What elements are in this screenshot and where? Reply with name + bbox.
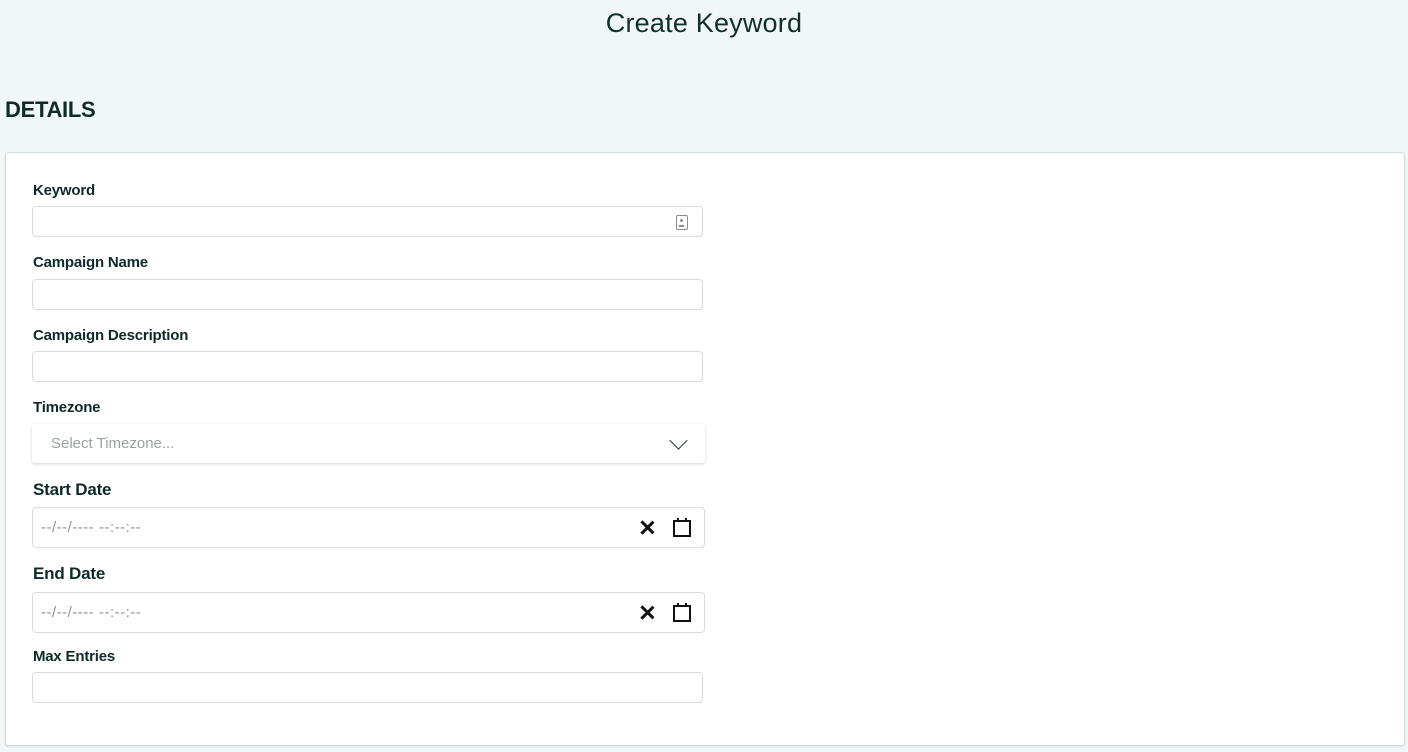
- start-date-input[interactable]: --/--/---- --:--:--: [32, 507, 705, 548]
- close-icon[interactable]: [638, 603, 656, 621]
- keyword-label: Keyword: [33, 182, 95, 199]
- max-entries-input[interactable]: [32, 672, 703, 703]
- contact-card-icon[interactable]: [676, 215, 688, 230]
- end-date-placeholder: --/--/---- --:--:--: [41, 604, 142, 621]
- timezone-label: Timezone: [33, 399, 101, 416]
- end-date-input[interactable]: --/--/---- --:--:--: [32, 592, 705, 633]
- details-card: Keyword Campaign Name Campaign Descripti…: [5, 152, 1405, 746]
- page-title: Create Keyword: [605, 8, 803, 38]
- timezone-select[interactable]: Select Timezone...: [32, 424, 705, 463]
- end-date-label: End Date: [33, 564, 106, 583]
- campaign-name-input[interactable]: [32, 279, 703, 310]
- campaign-description-input[interactable]: [32, 351, 703, 382]
- chevron-down-icon[interactable]: [669, 431, 688, 450]
- max-entries-label: Max Entries: [33, 648, 115, 665]
- campaign-name-label: Campaign Name: [33, 254, 148, 271]
- campaign-description-label: Campaign Description: [33, 327, 189, 344]
- section-heading-details: DETAILS: [5, 97, 96, 122]
- start-date-label: Start Date: [33, 480, 112, 499]
- calendar-icon[interactable]: [673, 603, 692, 622]
- calendar-icon[interactable]: [673, 518, 692, 537]
- close-icon[interactable]: [638, 518, 656, 536]
- start-date-placeholder: --/--/---- --:--:--: [41, 519, 142, 536]
- timezone-placeholder: Select Timezone...: [51, 435, 175, 452]
- keyword-input[interactable]: [32, 206, 703, 237]
